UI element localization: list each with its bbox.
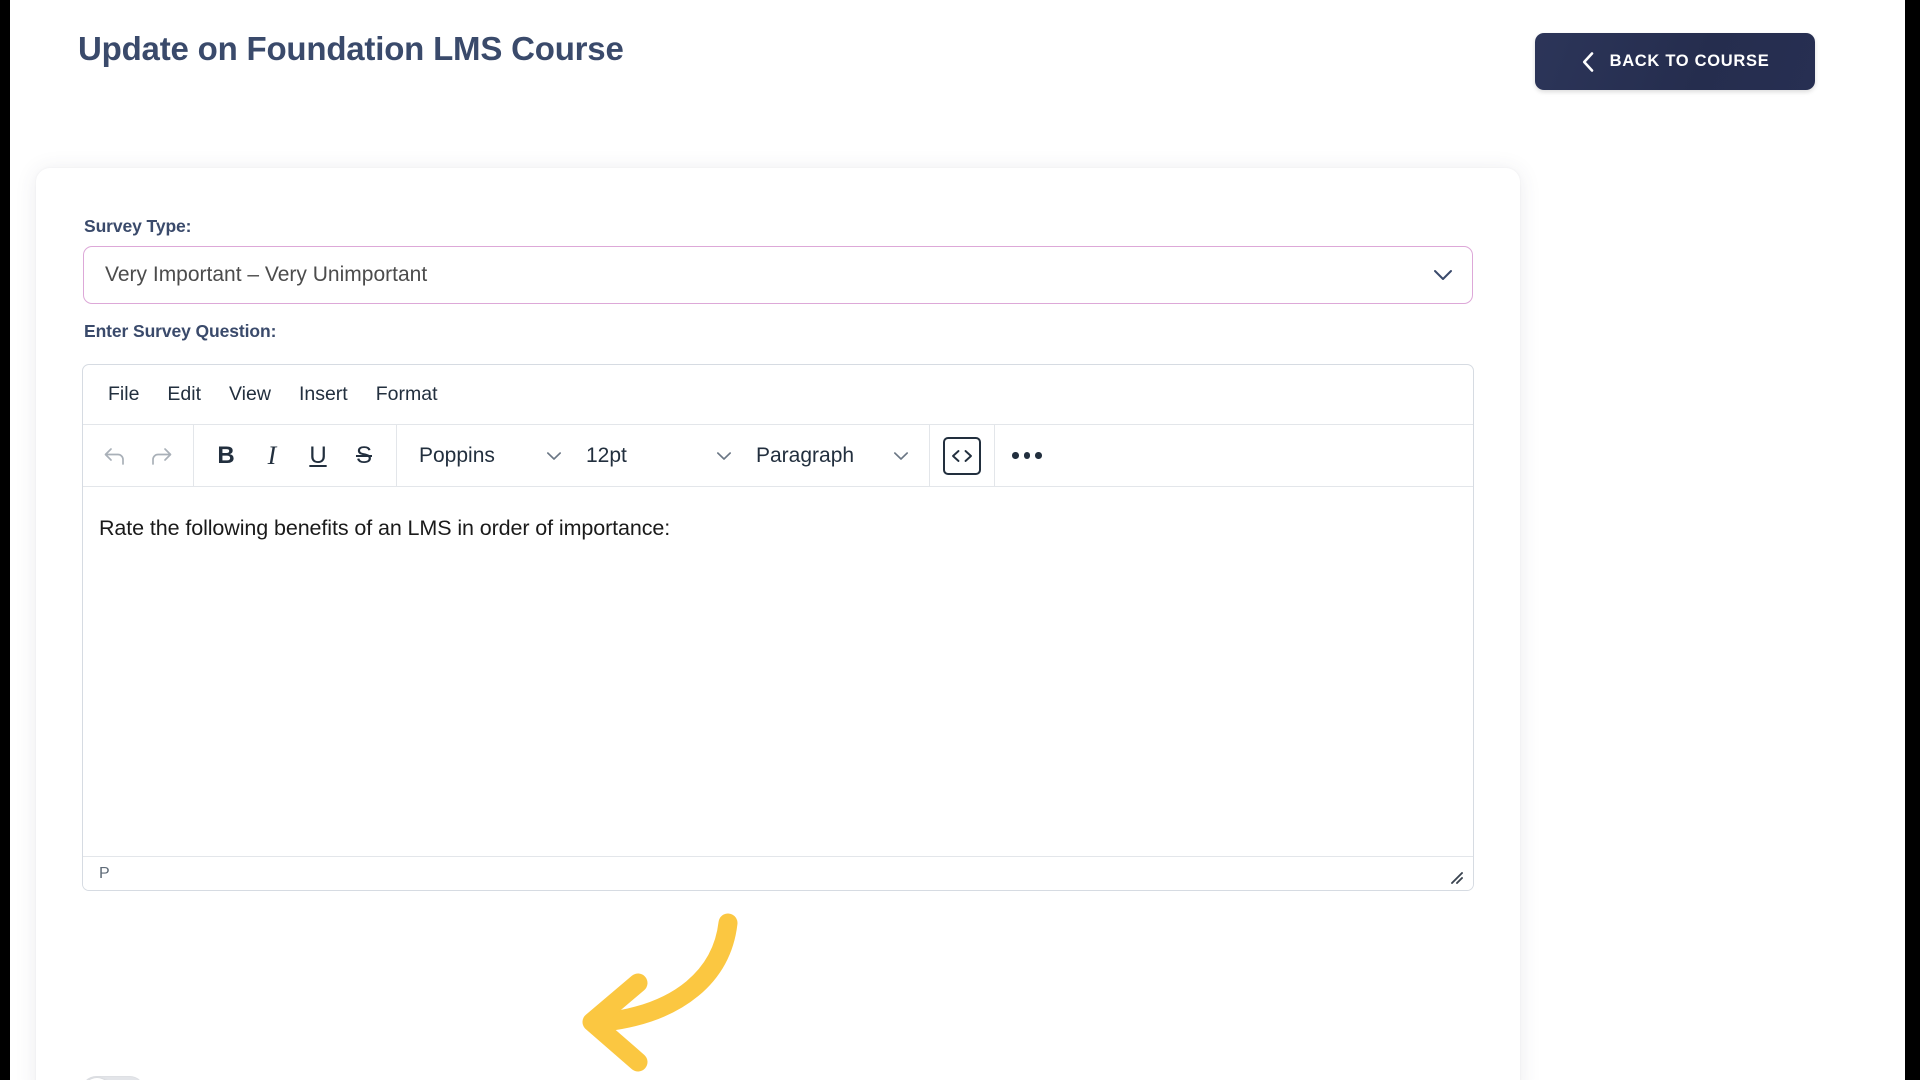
chevron-down-icon xyxy=(1432,264,1454,286)
survey-type-label: Survey Type: xyxy=(84,216,192,236)
block-format-select[interactable]: Paragraph xyxy=(744,434,919,478)
bold-icon: B xyxy=(217,441,235,469)
strikethrough-button[interactable]: S xyxy=(342,434,386,478)
menu-item-view[interactable]: View xyxy=(216,376,284,413)
chevron-down-icon xyxy=(546,451,562,461)
font-family-value: Poppins xyxy=(419,443,495,467)
survey-type-select[interactable]: Very Important – Very Unimportant xyxy=(83,246,1473,304)
source-code-button[interactable] xyxy=(940,434,984,478)
menu-item-edit[interactable]: Edit xyxy=(154,376,214,413)
toggle-row-is-required: Is required xyxy=(81,1076,270,1080)
font-size-select[interactable]: 12pt xyxy=(574,434,742,478)
chevron-left-icon xyxy=(1581,51,1596,73)
page-root: Update on Foundation LMS Course BACK TO … xyxy=(10,0,1905,1080)
bold-button[interactable]: B xyxy=(204,434,248,478)
font-size-value: 12pt xyxy=(586,443,627,467)
editor-element-path[interactable]: P xyxy=(99,865,110,883)
survey-type-selected-value: Very Important – Very Unimportant xyxy=(105,263,428,286)
chevron-down-icon xyxy=(716,451,732,461)
back-to-course-label: BACK TO COURSE xyxy=(1609,52,1770,70)
menu-item-format[interactable]: Format xyxy=(363,376,451,413)
toolbar-group-sourcecode xyxy=(930,425,995,486)
toolbar-group-selects: Poppins 12pt Paragraph xyxy=(397,425,930,486)
page-title: Update on Foundation LMS Course xyxy=(78,30,624,67)
underline-icon: U xyxy=(309,441,327,469)
editor-content-paragraph: Rate the following benefits of an LMS in… xyxy=(99,516,671,540)
more-ellipsis-icon xyxy=(1012,452,1042,459)
strikethrough-icon: S xyxy=(355,441,372,469)
rich-text-editor: File Edit View Insert Format B I U S Pop… xyxy=(82,364,1474,891)
menu-item-file[interactable]: File xyxy=(95,376,152,413)
block-format-value: Paragraph xyxy=(756,443,855,467)
editor-menubar: File Edit View Insert Format xyxy=(83,365,1473,425)
survey-question-label: Enter Survey Question: xyxy=(84,321,277,341)
toolbar-group-more xyxy=(995,425,1059,486)
source-code-icon xyxy=(943,436,981,475)
undo-arrow-icon[interactable] xyxy=(93,434,137,478)
back-to-course-button[interactable]: BACK TO COURSE xyxy=(1535,33,1815,90)
italic-icon: I xyxy=(267,440,277,470)
toolbar-group-formatting: B I U S xyxy=(194,425,397,486)
underline-button[interactable]: U xyxy=(296,434,340,478)
toolbar-group-history xyxy=(83,425,194,486)
resize-handle-icon[interactable] xyxy=(1441,864,1463,884)
survey-form-card: Survey Type: Very Important – Very Unimp… xyxy=(36,168,1520,1080)
menu-item-insert[interactable]: Insert xyxy=(286,376,361,413)
font-family-select[interactable]: Poppins xyxy=(407,434,572,478)
editor-toolbar: B I U S Poppins 12pt Paragraph xyxy=(83,425,1473,487)
chevron-down-icon xyxy=(893,451,909,461)
redo-arrow-icon[interactable] xyxy=(139,434,183,478)
is-required-toggle[interactable] xyxy=(81,1076,145,1080)
editor-statusbar: P xyxy=(83,856,1473,890)
more-ellipsis-button[interactable] xyxy=(1005,434,1049,478)
italic-button[interactable]: I xyxy=(250,434,294,478)
editor-content-area[interactable]: Rate the following benefits of an LMS in… xyxy=(83,487,1473,856)
